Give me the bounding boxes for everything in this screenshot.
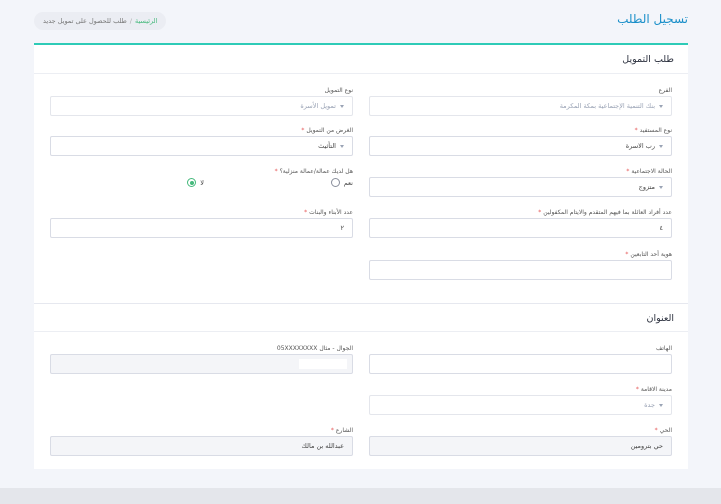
page-header: تسجيل الطلب الرئيسية/طلب للحصول على تموي… [34,12,688,30]
financing-type-value: تمويل الأسرة [300,102,336,110]
breadcrumb-home-link[interactable]: الرئيسية [135,17,157,25]
children-count-value: ٢ [340,224,345,232]
children-count-input[interactable]: ٢ [50,218,353,238]
city-select[interactable]: جدة [369,395,672,415]
dependent-id-input[interactable] [369,260,672,280]
radio-yes-label: نعم [343,178,353,187]
district-label: الحي* [654,427,672,434]
chevron-down-icon [659,185,663,189]
purpose-select[interactable]: التأثيث [50,136,353,156]
purpose-value: التأثيث [318,142,336,150]
breadcrumb-current: طلب للحصول على تمويل جديد [43,17,127,25]
domestic-worker-radio-group: نعم لا [50,178,353,192]
social-status-label: الحالة الاجتماعية* [626,168,672,175]
chevron-down-icon [659,403,663,407]
financing-card: طلب التمويل الفرع بنك التنمية الإجتماعية… [34,43,688,303]
beneficiary-type-value: رب الاسرة [625,142,655,150]
radio-no-circle[interactable] [187,178,197,187]
city-value: جدة [644,401,655,409]
financing-type-label: نوع التمويل [324,87,353,94]
radio-yes-circle[interactable] [330,178,340,187]
mobile-label: الجوال - مثال 05XXXXXXXX [276,345,353,352]
district-value: حي بترومين [630,442,663,450]
city-label: مدينة الاقامة* [635,386,672,393]
beneficiary-type-select[interactable]: رب الاسرة [369,136,672,156]
breadcrumb: الرئيسية/طلب للحصول على تمويل جديد [34,12,167,30]
address-divider [34,331,688,332]
phone-input[interactable] [369,354,672,374]
bottom-bar [0,488,721,504]
branch-value: بنك التنمية الإجتماعية بمكة المكرمة [559,102,655,110]
chevron-down-icon [340,144,344,148]
street-label: الشارع* [330,427,353,434]
purpose-label: الغرض من التمويل* [301,127,353,134]
street-input[interactable]: عبدالله بن مالك [50,436,353,456]
financing-card-title: طلب التمويل [622,54,674,65]
mobile-input-inner [299,359,347,369]
district-input[interactable]: حي بترومين [369,436,672,456]
address-card: العنوان الهاتف الجوال - مثال 05XXXXXXXX … [34,303,688,469]
branch-label: الفرع [658,87,672,94]
social-status-value: متزوج [638,183,655,191]
family-members-input[interactable]: ٤ [369,218,672,238]
chevron-down-icon [659,104,663,108]
chevron-down-icon [340,104,344,108]
family-members-label: عدد أفراد العائلة بما فيهم المتقدم والاي… [538,209,672,216]
radio-no-label: لا [200,178,204,187]
family-members-value: ٤ [659,224,664,232]
page-title: تسجيل الطلب [617,12,688,26]
breadcrumb-separator: / [129,17,132,25]
chevron-down-icon [659,144,663,148]
financing-type-select[interactable]: تمويل الأسرة [50,96,353,116]
street-value: عبدالله بن مالك [301,442,345,450]
social-status-select[interactable]: متزوج [369,177,672,197]
mobile-input[interactable] [50,354,353,374]
children-count-label: عدد الأبناء والبنات* [304,209,353,216]
domestic-worker-no-radio[interactable]: لا [187,178,204,187]
domestic-worker-label: هل لديك عمالة/عمالة منزلية؟* [274,168,353,175]
financing-divider [34,73,688,74]
phone-label: الهاتف [656,345,672,352]
dependent-id-label: هوية أحد التابعين* [625,251,672,258]
branch-select[interactable]: بنك التنمية الإجتماعية بمكة المكرمة [369,96,672,116]
address-card-title: العنوان [646,313,674,324]
beneficiary-type-label: نوع المستفيد* [634,127,672,134]
domestic-worker-yes-radio[interactable]: نعم [330,178,353,187]
